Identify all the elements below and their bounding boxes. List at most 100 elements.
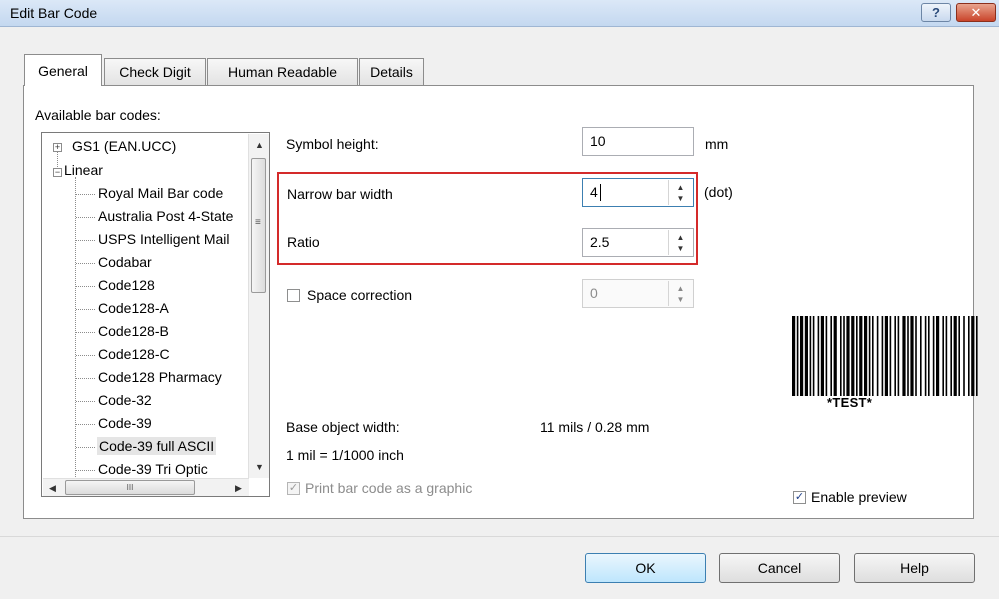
narrow-bar-width-spinbox[interactable]: 4 ▲ ▼ xyxy=(582,178,694,207)
tree-item[interactable]: Code128 Pharmacy xyxy=(98,369,222,385)
tree-item[interactable]: Code128-A xyxy=(98,300,169,316)
enable-preview-label[interactable]: Enable preview xyxy=(811,489,907,505)
tree-line xyxy=(76,378,95,379)
tree-line xyxy=(76,424,95,425)
base-object-width-label: Base object width: xyxy=(286,419,400,435)
space-correction-checkbox[interactable] xyxy=(287,289,300,302)
scroll-left-icon[interactable]: ◀ xyxy=(49,483,56,494)
space-correction-label[interactable]: Space correction xyxy=(307,287,412,303)
barcode-bar xyxy=(894,316,896,396)
barcode-bar xyxy=(859,316,863,396)
collapse-icon[interactable]: − xyxy=(53,168,62,177)
symbol-height-input[interactable]: 10 xyxy=(582,127,694,156)
scroll-right-icon[interactable]: ▶ xyxy=(235,483,242,494)
tree-item[interactable]: Code128 xyxy=(98,277,155,293)
tree-item[interactable]: Code-39 Tri Optic xyxy=(98,461,208,477)
barcode-bar xyxy=(833,316,837,396)
expand-icon[interactable]: + xyxy=(53,143,62,152)
barcode-bar xyxy=(884,316,888,396)
tree-item[interactable]: USPS Intelligent Mail xyxy=(98,231,230,247)
barcode-bar xyxy=(920,316,922,396)
mil-note: 1 mil = 1/1000 inch xyxy=(286,447,404,463)
barcode-bar xyxy=(804,316,808,396)
barcode-bar xyxy=(876,316,879,396)
barcode-bar xyxy=(910,316,914,396)
ratio-spinner[interactable]: ▲ ▼ xyxy=(668,230,692,255)
scroll-thumb[interactable]: ≡ xyxy=(251,158,266,293)
barcode-bar xyxy=(932,316,935,396)
cancel-button[interactable]: Cancel xyxy=(719,553,840,583)
barcode-bar xyxy=(809,316,812,396)
title-bar xyxy=(0,0,999,27)
window-title: Edit Bar Code xyxy=(10,5,98,21)
barcode-tree[interactable]: + GS1 (EAN.UCC) − Linear Royal Mail Bar … xyxy=(41,132,270,497)
barcode-preview-image xyxy=(792,316,978,396)
scroll-up-icon[interactable]: ▲ xyxy=(255,140,264,150)
barcode-bar xyxy=(907,316,909,396)
tree-item[interactable]: Australia Post 4-State xyxy=(98,208,233,224)
tree-horizontal-scrollbar[interactable]: ◀ III ▶ xyxy=(43,478,249,496)
spin-down-icon[interactable]: ▼ xyxy=(677,243,685,254)
tree-vertical-scrollbar[interactable]: ▲ ≡ ▼ xyxy=(248,134,269,478)
close-icon: ✕ xyxy=(970,4,982,20)
print-as-graphic-checkbox[interactable]: ✓ xyxy=(287,482,300,495)
scroll-down-icon[interactable]: ▼ xyxy=(255,462,264,472)
title-help-button[interactable]: ? xyxy=(921,3,951,22)
space-correction-spinner[interactable]: ▲ ▼ xyxy=(668,281,692,306)
tab-general[interactable]: General xyxy=(24,54,102,86)
barcode-bar xyxy=(963,316,965,396)
tab-human-readable[interactable]: Human Readable xyxy=(207,58,358,85)
scroll-thumb-horizontal[interactable]: III xyxy=(65,480,195,495)
barcode-bar xyxy=(843,316,845,396)
narrow-bar-width-value[interactable]: 4 xyxy=(590,184,598,200)
barcode-bar xyxy=(872,316,874,396)
help-button[interactable]: Help xyxy=(854,553,975,583)
tab-label: Human Readable xyxy=(228,64,337,80)
tree-item[interactable]: Codabar xyxy=(98,254,152,270)
barcode-bar xyxy=(924,316,927,396)
spin-up-icon[interactable]: ▲ xyxy=(677,182,685,193)
tree-item[interactable]: Code-32 xyxy=(98,392,152,408)
space-correction-spinbox[interactable]: 0 ▲ ▼ xyxy=(582,279,694,308)
barcode-bar xyxy=(881,316,884,396)
tree-group-linear[interactable]: Linear xyxy=(64,162,103,178)
spin-up-icon[interactable]: ▲ xyxy=(677,283,685,294)
spin-down-icon[interactable]: ▼ xyxy=(677,193,685,204)
tree-item[interactable]: Royal Mail Bar code xyxy=(98,185,223,201)
tree-line xyxy=(75,177,76,477)
tree-line xyxy=(76,194,95,195)
barcode-bar xyxy=(856,316,858,396)
tree-line xyxy=(76,217,95,218)
ratio-label: Ratio xyxy=(287,234,320,250)
tree-item[interactable]: Code128-B xyxy=(98,323,169,339)
title-close-button[interactable]: ✕ xyxy=(956,3,996,22)
barcode-bar xyxy=(950,316,952,396)
barcode-bar xyxy=(812,316,815,396)
narrow-bar-width-spinner[interactable]: ▲ ▼ xyxy=(668,180,692,205)
narrow-bar-width-unit: (dot) xyxy=(704,184,733,200)
spin-down-icon[interactable]: ▼ xyxy=(677,294,685,305)
narrow-bar-width-label: Narrow bar width xyxy=(287,186,393,202)
enable-preview-checkbox[interactable]: ✓ xyxy=(793,491,806,504)
question-icon: ? xyxy=(932,5,940,20)
tab-details[interactable]: Details xyxy=(359,58,424,85)
barcode-bar xyxy=(928,316,930,396)
barcode-bar xyxy=(971,316,975,396)
base-object-width-value: 11 mils / 0.28 mm xyxy=(540,419,650,435)
print-as-graphic-label[interactable]: Print bar code as a graphic xyxy=(305,480,472,496)
barcode-bar xyxy=(902,316,906,396)
ok-button[interactable]: OK xyxy=(585,553,706,583)
tree-item[interactable]: Code-39 xyxy=(98,415,152,431)
tab-check-digit[interactable]: Check Digit xyxy=(104,58,206,85)
tree-item[interactable]: Code128-C xyxy=(98,346,170,362)
barcode-bar xyxy=(792,316,796,396)
grip-icon: ≡ xyxy=(255,217,261,228)
spin-up-icon[interactable]: ▲ xyxy=(677,232,685,243)
barcode-bar xyxy=(942,316,944,396)
barcode-bar xyxy=(915,316,917,396)
barcode-bar xyxy=(889,316,892,396)
ratio-spinbox[interactable]: 2.5 ▲ ▼ xyxy=(582,228,694,257)
tree-item-selected[interactable]: Code-39 full ASCII xyxy=(97,437,217,455)
tree-group-gs1[interactable]: GS1 (EAN.UCC) xyxy=(72,138,176,154)
ratio-value[interactable]: 2.5 xyxy=(590,234,609,250)
